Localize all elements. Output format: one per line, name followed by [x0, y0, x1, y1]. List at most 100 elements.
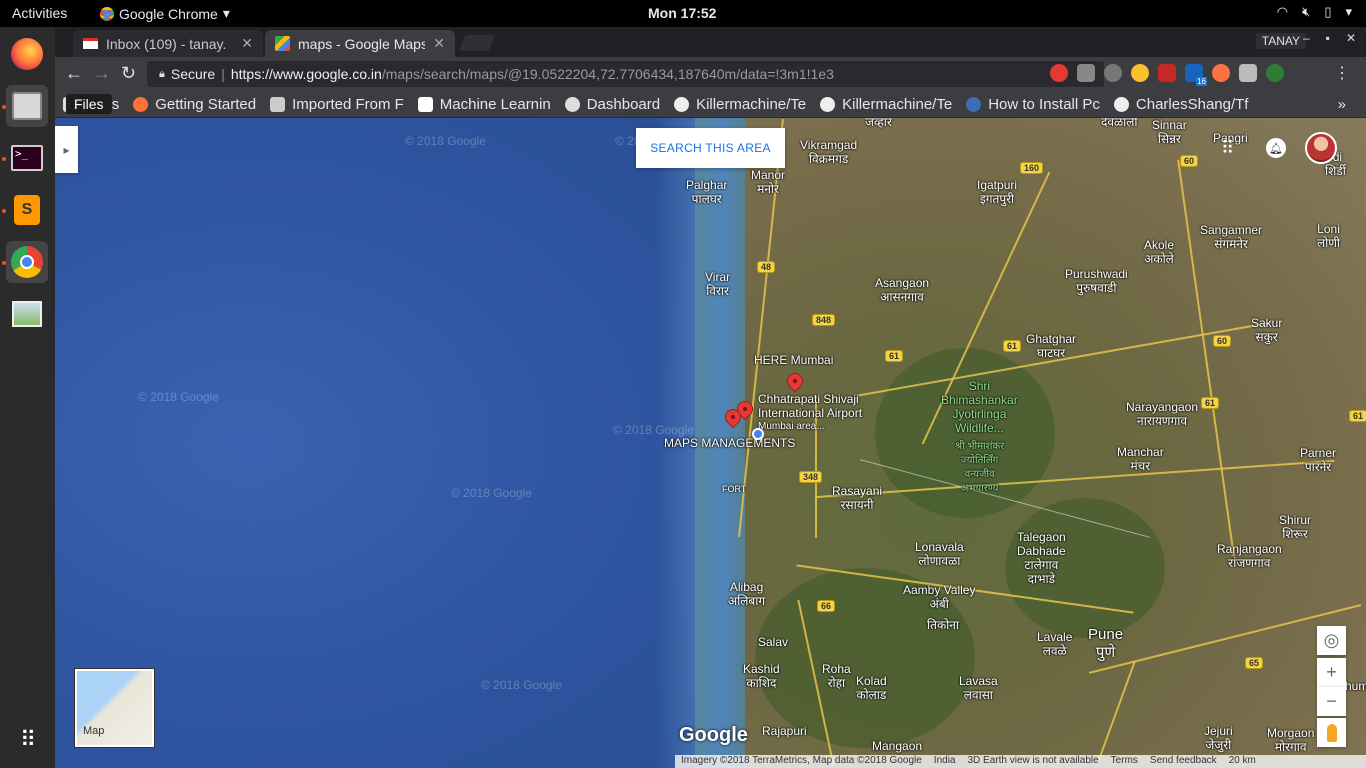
bookmark-charlesshang[interactable]: CharlesShang/Tf [1113, 95, 1249, 113]
close-tab-icon[interactable]: ✕ [241, 35, 253, 52]
bookmark-machine-learning[interactable]: Machine Learnin [417, 96, 551, 113]
terms-link[interactable]: Terms [1111, 755, 1138, 768]
chevron-right-icon: ▸ [63, 142, 70, 157]
chat-extension-icon[interactable] [1077, 64, 1095, 82]
map-footer: Imagery ©2018 TerraMetrics, Map data ©20… [675, 755, 1366, 768]
highway-shield: 60 [1213, 335, 1232, 347]
highway-shield: 61 [1201, 397, 1220, 409]
place-label: Sakur सकुर [1251, 316, 1283, 344]
dock-firefox[interactable] [6, 33, 48, 75]
expand-panel-button[interactable]: ▸ [55, 126, 78, 173]
back-icon[interactable]: ← [65, 63, 83, 84]
tab-label: Inbox (109) - tanay. [106, 35, 227, 52]
activities-button[interactable]: Activities [12, 5, 67, 21]
imagery-credit: Imagery ©2018 TerraMetrics, Map data ©20… [681, 755, 922, 766]
profile-button[interactable]: TANAY [1255, 33, 1306, 49]
firefox-icon [11, 38, 43, 70]
place-label: Ghatghar घाटघर [1026, 332, 1077, 360]
map-type-toggle[interactable]: Map [74, 668, 155, 748]
bookmark-getting-started[interactable]: Getting Started [133, 96, 256, 113]
zoom-in-button[interactable]: + [1317, 658, 1346, 687]
place-label: HERE Mumbai [754, 353, 834, 367]
dock-terminal[interactable]: >_ [6, 137, 48, 179]
dock-files[interactable] [6, 85, 48, 127]
more-bookmarks-icon[interactable]: » [1338, 96, 1346, 113]
system-tray[interactable]: ◠ 🔇︎ ▯ ▾ [1277, 4, 1352, 20]
forward-icon[interactable]: → [93, 63, 111, 84]
place-label: Kolad कोलाड [856, 674, 887, 702]
caret-down-icon: ▾ [222, 5, 230, 21]
opera-extension-icon[interactable] [1050, 64, 1068, 82]
compass-extension-icon[interactable] [1131, 64, 1149, 82]
bookmark-label: Getting Started [155, 95, 257, 113]
my-location-button[interactable]: ◎ [1317, 626, 1346, 655]
bookmark-label: How to Install Pc [988, 95, 1100, 113]
avatar[interactable] [1305, 132, 1337, 164]
lock-icon: 🔒︎ [159, 67, 165, 80]
bookmark-how-to-install[interactable]: How to Install Pc [966, 96, 1100, 113]
github-icon [674, 96, 690, 112]
app-menu[interactable]: Google Chrome ▾ [100, 5, 230, 22]
close-tab-icon[interactable]: ✕ [433, 35, 445, 52]
place-label: Akole अकोले [1144, 238, 1175, 266]
region-link[interactable]: India [934, 755, 956, 768]
dock-sublime[interactable]: S [6, 189, 48, 231]
search-this-area-button[interactable]: SEARCH THIS AREA [636, 128, 785, 168]
scale-bar[interactable]: 20 km [1229, 755, 1256, 768]
highway-shield: 61 [885, 350, 904, 362]
book-extension-icon[interactable] [1158, 64, 1176, 82]
pegman-button[interactable] [1317, 718, 1346, 747]
new-tab-button[interactable] [459, 35, 495, 51]
highway-shield: 65 [1245, 657, 1264, 669]
location-dot [752, 428, 764, 440]
place-label: Purushwadi पुरुषवाडी [1065, 267, 1128, 295]
bookmark-dashboard[interactable]: Dashboard [564, 96, 660, 113]
place-label: Chhatrapati Shivaji International Airport [758, 392, 863, 420]
tab-maps[interactable]: maps - Google Maps ✕ [265, 30, 455, 57]
minimize-icon[interactable]: – [1303, 31, 1310, 45]
menu-icon[interactable]: ⋮ [1334, 63, 1350, 83]
dock-show-apps[interactable]: ⠿ [6, 719, 48, 761]
feedback-link[interactable]: Send feedback [1150, 755, 1217, 768]
highway-shield: 61 [1003, 340, 1022, 352]
notifications-icon[interactable]: 🔔︎ [1266, 138, 1286, 158]
github-icon [1113, 96, 1129, 112]
extensions: 16 [1050, 64, 1284, 86]
maximize-icon[interactable]: ▪ [1326, 31, 1330, 45]
address-bar[interactable]: 🔒︎ Secure | https://www.google.co.in/map… [147, 61, 1104, 87]
bookmark-imported[interactable]: Imported From F [270, 96, 404, 113]
firefox-icon [133, 96, 149, 112]
close-icon[interactable]: ✕ [1346, 31, 1356, 45]
app-name: Google Chrome [119, 5, 218, 22]
place-label: Sinnar सिन्नर [1152, 118, 1187, 146]
place-label: Parner पारनेर [1300, 446, 1337, 474]
grammarly-icon[interactable] [1266, 64, 1284, 82]
window-controls: – ▪ ✕ [1303, 31, 1356, 45]
place-label: Morgaon मोरगाव [1267, 726, 1315, 754]
reload-icon[interactable]: ↻ [121, 63, 136, 84]
news-extension-icon[interactable]: 16 [1185, 64, 1207, 86]
place-label: श्री भीमाशंकर ज्योतिर्लिंग वन्यजीव अभयारण्य [955, 441, 1005, 494]
google-apps-icon[interactable]: ⠿ [1221, 138, 1234, 159]
bookmark-killermachine-2[interactable]: Killermachine/Te [820, 96, 952, 113]
infinity-extension-icon[interactable] [1212, 64, 1230, 82]
dock-image-viewer[interactable] [6, 293, 48, 335]
tab-inbox[interactable]: Inbox (109) - tanay. ✕ [73, 30, 263, 57]
map-canvas[interactable]: © 2018 Google © 2018 Google © 2018 Googl… [55, 118, 1366, 768]
highway-shield: 60 [1180, 155, 1199, 167]
zoom-out-button[interactable]: − [1317, 687, 1346, 716]
bookmark-label: CharlesShang/Tf [1135, 95, 1249, 113]
dock-chrome[interactable] [6, 241, 48, 283]
place-label: Mumbai area... [758, 421, 825, 432]
place-label: humb [1345, 679, 1366, 693]
image-viewer-icon [12, 301, 42, 327]
copy-extension-icon[interactable] [1239, 64, 1257, 82]
bookmark-killermachine-1[interactable]: Killermachine/Te [674, 96, 806, 113]
secure-label: Secure [170, 66, 216, 82]
clock[interactable]: Mon 17:52 [648, 5, 716, 21]
plus-icon: + [1326, 662, 1337, 682]
location-extension-icon[interactable] [1104, 64, 1122, 82]
place-label: Roha रोहा [822, 662, 851, 690]
chevron-down-icon: ▾ [1345, 4, 1352, 19]
running-indicator [2, 157, 6, 161]
